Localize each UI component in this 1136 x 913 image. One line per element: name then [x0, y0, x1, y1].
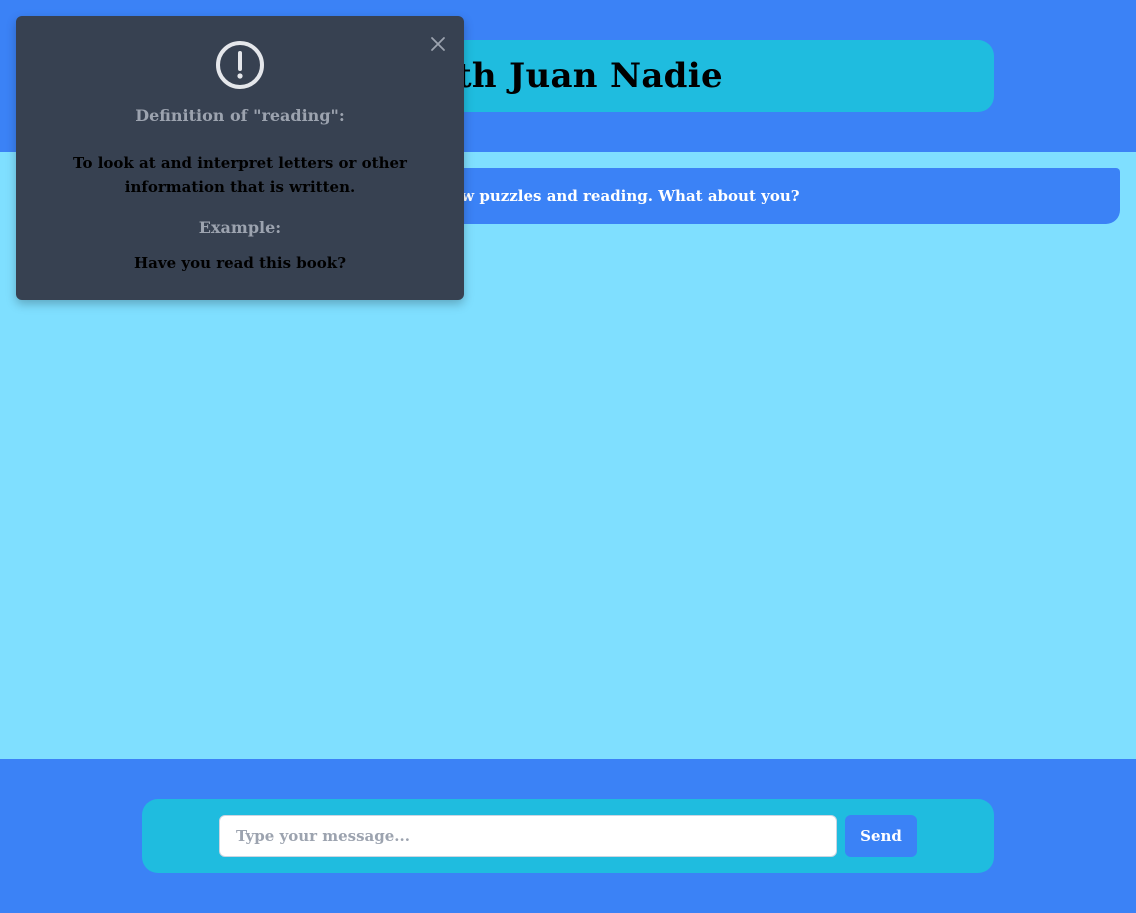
message-input[interactable] [219, 815, 837, 857]
definition-popup: Definition of "reading": To look at and … [16, 16, 464, 300]
example-text: Have you read this book? [134, 254, 346, 272]
definition-text: To look at and interpret letters or othe… [73, 154, 407, 196]
close-icon[interactable] [428, 34, 448, 54]
send-button[interactable]: Send [845, 815, 917, 857]
definition-heading: Definition of "reading": [135, 106, 345, 125]
exclamation-circle-icon [215, 40, 265, 90]
footer: Send [0, 759, 1136, 913]
message-composer: Send [142, 799, 994, 873]
example-heading: Example: [198, 218, 282, 237]
